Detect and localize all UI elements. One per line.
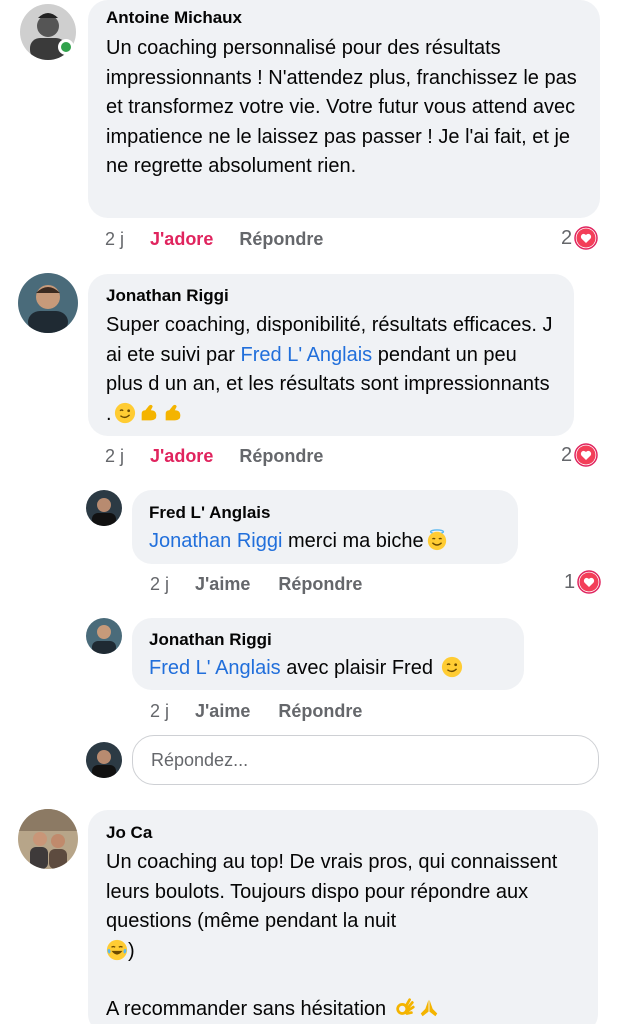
comment-text: Fred L' Anglais avec plaisir Fred [149,653,507,683]
comment-text: Super coaching, disponibilité, résultats… [106,311,557,429]
comment-actions: 2 j J'adore Répondre [105,446,323,467]
ok-hand-emoji [396,998,415,1015]
comment-timestamp[interactable]: 2 j [150,574,169,595]
smiling-halo-emoji [427,529,446,551]
reaction-count: 2 [561,226,573,249]
comment-text-part: Un coaching au top! De vrais pros, qui c… [106,851,558,932]
comment-author[interactable]: Antoine Michaux [106,7,583,29]
reaction-summary[interactable]: 2 [561,443,598,467]
heart-reaction-icon [574,443,598,467]
avatar-jonathan-riggi[interactable] [18,273,78,333]
avatar-fred-langlais[interactable] [86,490,122,526]
comment-text-part: avec plaisir Fred [280,657,433,679]
comment-actions: 2 j J'adore Répondre [105,229,323,250]
comment-text: Jonathan Riggi merci ma biche [149,526,501,556]
reply-bubble: Fred L' Anglais Jonathan Riggi merci ma … [132,490,518,564]
comment-bubble: Antoine Michaux Un coaching personnalisé… [88,0,600,218]
reply-button[interactable]: Répondre [239,229,323,250]
comment-timestamp[interactable]: 2 j [150,701,169,722]
comment-bubble: Jonathan Riggi Super coaching, disponibi… [88,274,574,436]
tears-of-joy-emoji [106,939,128,960]
heart-reaction-icon [574,226,598,250]
comment-text: Un coaching personnalisé pour des résult… [106,37,577,177]
reaction-count: 1 [564,570,576,593]
reply-bubble: Jonathan Riggi Fred L' Anglais avec plai… [132,618,524,690]
comment-author[interactable]: Jo Ca [106,822,581,844]
heart-reaction-icon [577,570,601,594]
avatar-jo-ca[interactable] [18,809,78,869]
comment-timestamp[interactable]: 2 j [105,229,124,250]
comment-text: Un coaching au top! De vrais pros, qui c… [106,848,581,1024]
flexed-biceps-emoji [141,404,156,420]
mention-link[interactable]: Jonathan Riggi [149,530,282,552]
reaction-count: 2 [561,443,573,466]
mention-link[interactable]: Fred L' Anglais [149,657,281,679]
love-reaction-button[interactable]: J'adore [150,229,213,250]
reaction-summary[interactable]: 2 [561,226,598,250]
reaction-summary[interactable]: 1 [564,570,601,594]
comment-text-part: A recommander sans hésitation [106,998,387,1020]
reply-actions: 2 j J'aime Répondre [150,574,362,595]
reply-button[interactable]: Répondre [278,574,362,595]
online-status-indicator [58,39,74,55]
reply-button[interactable]: Répondre [239,446,323,467]
reply-actions: 2 j J'aime Répondre [150,701,362,722]
comment-text-part: merci ma biche [282,530,424,552]
reply-input-placeholder: Répondez... [151,749,249,770]
mention-link[interactable]: Fred L' Anglais [241,344,373,366]
current-user-avatar [86,742,122,778]
folded-hands-emoji [420,999,438,1017]
flexed-biceps-emoji [165,404,180,420]
like-button[interactable]: J'aime [195,574,250,595]
wink-emoji [441,656,463,678]
wink-emoji [114,402,135,423]
comment-author[interactable]: Jonathan Riggi [106,285,557,307]
comment-text-part: ) [128,939,135,962]
reply-input[interactable]: Répondez... [132,735,599,785]
avatar-jonathan-riggi[interactable] [86,618,122,654]
comment-timestamp[interactable]: 2 j [105,446,124,467]
like-button[interactable]: J'aime [195,701,250,722]
comment-bubble: Jo Ca Un coaching au top! De vrais pros,… [88,810,598,1024]
reply-button[interactable]: Répondre [278,701,362,722]
comment-author[interactable]: Fred L' Anglais [149,502,501,524]
comment-author[interactable]: Jonathan Riggi [149,629,507,651]
love-reaction-button[interactable]: J'adore [150,446,213,467]
